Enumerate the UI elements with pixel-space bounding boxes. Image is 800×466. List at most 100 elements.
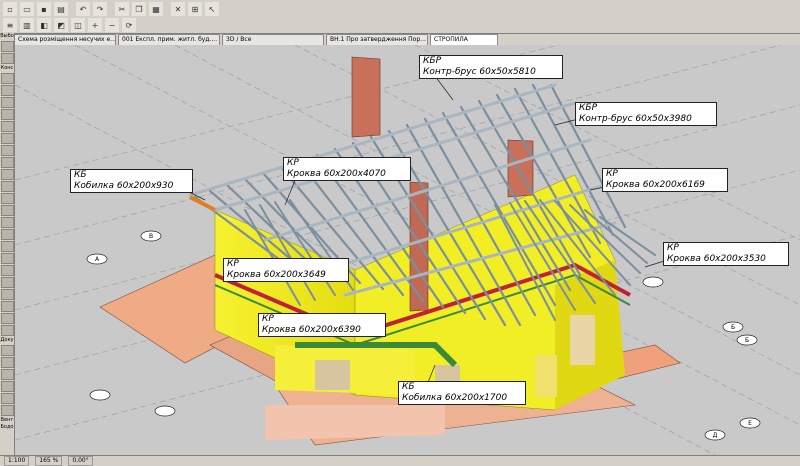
paste-icon[interactable]: ▦ (148, 1, 164, 17)
tab-scheme[interactable]: Схема розміщення несучих е... (14, 34, 116, 45)
section-tool-icon[interactable] (0, 345, 14, 356)
callout-text: Кобилка 60х200х930 (74, 181, 174, 191)
callout-text: Кроква 60х200х4070 (287, 169, 386, 179)
window-opening (570, 315, 595, 365)
label-tool-icon[interactable] (0, 265, 14, 276)
callout-code: КР (227, 259, 239, 269)
grid-icon[interactable]: ⊞ (187, 1, 203, 17)
wall-tool-icon[interactable] (0, 73, 14, 84)
toolbox-label-water: Бодо (0, 424, 14, 430)
curtain-wall-tool-icon[interactable] (0, 193, 14, 204)
slab-tool-icon[interactable] (0, 145, 14, 156)
view-icon[interactable]: ◧ (36, 17, 52, 33)
window-opening (535, 355, 557, 397)
text-tool-icon[interactable] (0, 253, 14, 264)
worksheet-tool-icon[interactable] (0, 381, 14, 392)
callout-code: КР (606, 169, 618, 179)
3d-view-canvas[interactable]: В А Б Б Е Д КБР Контр-брус 60х50х5810 КБ… (15, 45, 800, 455)
main-toolbar: ▫ ▭ ▪ ▤ ↶ ↷ ✂ ❐ ▦ ✕ ⊞ ↖ ≡ ▥ ◧ ◩ ◫ + − ⟳ (0, 0, 800, 34)
callout-text: Кроква 60х200х3649 (227, 270, 326, 280)
tab-stropyla[interactable]: СТРОПИЛА (430, 34, 498, 45)
status-bar: 1:100 165 % 0,00° (0, 455, 800, 466)
arc-tool-icon[interactable] (0, 301, 14, 312)
callout-rafter-3530: КР Кроква 60х200х3530 (663, 242, 789, 266)
document-tabs: Схема розміщення несучих е... 001 Експл.… (14, 34, 800, 45)
pointer-icon[interactable]: ↖ (204, 1, 220, 17)
print-icon[interactable]: ▤ (53, 1, 69, 17)
callout-code: КР (262, 314, 274, 324)
railing-tool-icon[interactable] (0, 217, 14, 228)
window-opening (315, 360, 350, 390)
shell-tool-icon[interactable] (0, 169, 14, 180)
copy-icon[interactable]: ❐ (131, 1, 147, 17)
dimension-tool-icon[interactable] (0, 277, 14, 288)
orbit-icon[interactable]: ⟳ (121, 17, 137, 33)
callout-code: КБ (402, 382, 415, 392)
window-tool-icon[interactable] (0, 109, 14, 120)
toolbox: Выбо Конс Доку Вент Бодо (0, 33, 15, 455)
callout-counter-batten-5810: КБР Контр-брус 60х50х5810 (419, 55, 563, 79)
tab-vn1[interactable]: ВН.1 Про затвердження Пор... (326, 34, 428, 45)
toolbox-label-vent: Вент (0, 417, 14, 423)
marquee-tool-icon[interactable] (0, 53, 14, 64)
toolbox-label-document: Доку (0, 337, 14, 343)
arrow-tool-icon[interactable] (0, 41, 14, 52)
zone-tool-icon[interactable] (0, 241, 14, 252)
snap-icon[interactable]: ✕ (170, 1, 186, 17)
callout-text: Кроква 60х200х6169 (606, 180, 705, 190)
section-icon[interactable]: ◫ (70, 17, 86, 33)
callout-text: Кроква 60х200х6390 (262, 325, 361, 335)
axis-label: Б (745, 337, 749, 344)
toolbar-row-1: ▫ ▭ ▪ ▤ ↶ ↷ ✂ ❐ ▦ ✕ ⊞ ↖ (2, 1, 220, 17)
callout-code: КБ (74, 170, 87, 180)
mesh-tool-icon[interactable] (0, 229, 14, 240)
callout-rafter-6390: КР Кроква 60х200х6390 (258, 313, 386, 337)
cut-icon[interactable]: ✂ (114, 1, 130, 17)
new-file-icon[interactable]: ▫ (2, 1, 18, 17)
beam-tool-icon[interactable] (0, 97, 14, 108)
zoom-out-icon[interactable]: − (104, 17, 120, 33)
callout-code: КР (287, 158, 299, 168)
chimney-3 (409, 181, 429, 312)
column-tool-icon[interactable] (0, 85, 14, 96)
tab-explication[interactable]: 001 Експл. прим. житл. буд.... (118, 34, 220, 45)
figure-tool-icon[interactable] (0, 405, 14, 416)
tab-label: СТРОПИЛА (434, 36, 468, 43)
callout-collar-930: КБ Кобилка 60х200х930 (70, 169, 193, 193)
floor-icon[interactable]: ▥ (19, 17, 35, 33)
stair-tool-icon[interactable] (0, 205, 14, 216)
toolbox-label-select: Выбо (0, 33, 14, 39)
save-icon[interactable]: ▪ (36, 1, 52, 17)
callout-rafter-4070: КР Кроква 60х200х4070 (283, 157, 411, 181)
callout-text: Кобилка 60х200х1700 (402, 393, 508, 403)
hotspot-tool-icon[interactable] (0, 325, 14, 336)
skylight-tool-icon[interactable] (0, 181, 14, 192)
tab-3d[interactable]: 3D / Все (222, 34, 324, 45)
layers-icon[interactable]: ≡ (2, 17, 18, 33)
terrace (265, 405, 445, 440)
object-tool-icon[interactable] (0, 133, 14, 144)
roof-tool-icon[interactable] (0, 157, 14, 168)
zoom-in-icon[interactable]: + (87, 17, 103, 33)
axis-label: Е (748, 420, 752, 427)
door-tool-icon[interactable] (0, 121, 14, 132)
detail-tool-icon[interactable] (0, 369, 14, 380)
tab-label: ВН.1 Про затвердження Пор... (330, 36, 426, 43)
callout-counter-batten-3980: КБР Контр-брус 60х50х3980 (575, 102, 717, 126)
camera-tool-icon[interactable] (0, 393, 14, 404)
undo-icon[interactable]: ↶ (75, 1, 91, 17)
axis-label: В (149, 233, 153, 240)
chimney-1 (351, 56, 381, 138)
line-tool-icon[interactable] (0, 289, 14, 300)
open-file-icon[interactable]: ▭ (19, 1, 35, 17)
callout-text: Контр-брус 60х50х3980 (579, 114, 692, 124)
redo-icon[interactable]: ↷ (92, 1, 108, 17)
callout-code: КБР (579, 103, 597, 113)
polyline-tool-icon[interactable] (0, 313, 14, 324)
elevation-tool-icon[interactable] (0, 357, 14, 368)
3d-icon[interactable]: ◩ (53, 17, 69, 33)
callout-rafter-3649: КР Кроква 60х200х3649 (223, 258, 349, 282)
axis-label: Д (713, 432, 718, 439)
callout-text: Контр-брус 60х50х5810 (423, 67, 536, 77)
tab-label: Схема розміщення несучих е... (18, 36, 116, 43)
